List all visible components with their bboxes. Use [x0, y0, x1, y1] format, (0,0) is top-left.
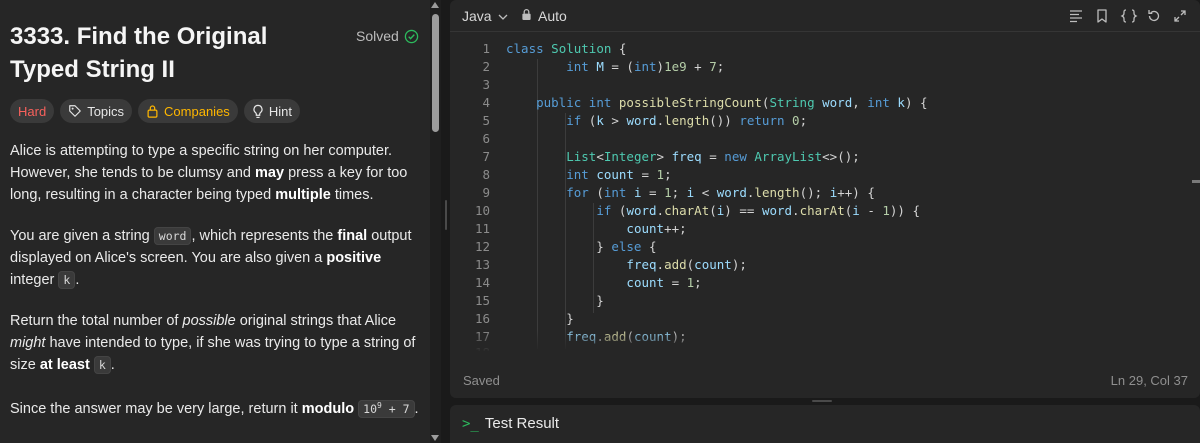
line-number: 7 [482, 149, 490, 164]
scroll-up-arrow-icon[interactable] [431, 2, 439, 8]
expand-icon[interactable] [1172, 8, 1188, 24]
code-line: } else { [506, 239, 657, 254]
test-result-tab[interactable]: >_ Test Result [462, 415, 559, 432]
test-result-panel[interactable]: >_ Test Result [450, 405, 1200, 443]
editor-tools [1068, 8, 1188, 24]
line-number: 9 [482, 185, 490, 200]
problem-title[interactable]: 3333. Find the Original Typed String II [10, 20, 340, 86]
description-paragraph-4: Since the answer may be very large, retu… [10, 399, 419, 418]
code-line: int M = (int)1e9 + 7; [566, 59, 725, 74]
inline-code-k: k [93, 356, 111, 374]
chevron-down-icon [498, 8, 508, 24]
code-line: if (word.charAt(i) == word.charAt(i - 1)… [596, 203, 921, 218]
line-number: 11 [474, 221, 490, 236]
editor-scrollbar[interactable] [1192, 34, 1200, 354]
reset-icon[interactable] [1146, 8, 1162, 24]
cursor-position: Ln 29, Col 37 [1110, 373, 1188, 388]
lock-icon [146, 104, 159, 118]
description-scrollbar[interactable] [430, 0, 441, 443]
line-number: 15 [474, 293, 490, 308]
inline-code-modulo: 109 + 7 [358, 399, 415, 418]
code-line: public int possibleStringCount(String wo… [536, 95, 928, 110]
problem-description: Alice is attempting to type a specific s… [10, 140, 420, 439]
code-editor-panel: Java Auto 1 2 3 4 5 6 7 8 9 10 11 12 13 … [450, 0, 1200, 398]
language-selector[interactable]: Java [462, 8, 508, 24]
difficulty-label: Hard [18, 103, 47, 119]
line-number: 2 [482, 59, 490, 74]
braces-icon[interactable] [1120, 8, 1138, 24]
code-line: count++; [626, 221, 687, 236]
difficulty-badge: Hard [10, 99, 55, 123]
code-line: for (int i = 1; i < word.length(); i++) … [566, 185, 875, 200]
companies-button[interactable]: Companies [138, 99, 238, 123]
code-area[interactable]: 1 2 3 4 5 6 7 8 9 10 11 12 13 14 15 16 1… [450, 39, 1190, 351]
test-result-label: Test Result [484, 415, 560, 432]
line-number: 5 [482, 113, 490, 128]
inline-code-word: word [153, 227, 192, 245]
format-icon[interactable] [1068, 8, 1084, 24]
code-line: } [506, 293, 604, 308]
line-number: 8 [482, 167, 490, 182]
code-line: if (k > word.length()) return 0; [566, 113, 808, 128]
bookmark-icon[interactable] [1094, 8, 1110, 24]
line-number: 16 [474, 311, 490, 326]
auto-mode-toggle[interactable]: Auto [521, 8, 567, 24]
code-line: } [506, 311, 574, 326]
save-status: Saved [463, 373, 500, 388]
description-paragraph-2: You are given a string word, which repre… [10, 227, 412, 289]
line-number: 14 [474, 275, 490, 290]
description-paragraph-1: Alice is attempting to type a specific s… [10, 143, 408, 203]
vertical-resize-handle[interactable] [445, 200, 447, 230]
scrollbar-thumb[interactable] [1192, 180, 1200, 183]
line-number: 12 [474, 239, 490, 254]
code-line: class Solution { [506, 41, 627, 56]
code-line: count = 1; [626, 275, 702, 290]
description-panel: 3333. Find the Original Typed String II … [0, 0, 430, 443]
topics-button[interactable]: Topics [60, 99, 133, 123]
solved-status: Solved [356, 28, 419, 44]
line-number: 10 [474, 203, 490, 218]
code-line: freq.add(count); [626, 257, 747, 272]
line-number: 3 [482, 77, 490, 92]
scroll-down-arrow-icon[interactable] [431, 435, 439, 441]
tag-row: Hard Topics Companies Hint [10, 99, 300, 123]
scrollbar-thumb[interactable] [432, 14, 439, 132]
terminal-icon: >_ [462, 415, 479, 432]
inline-code-k: k [58, 271, 76, 289]
hint-label: Hint [268, 103, 292, 119]
companies-label: Companies [164, 103, 230, 119]
code-fade-overlay [450, 330, 1190, 352]
line-number: 1 [482, 41, 490, 56]
line-number: 6 [482, 131, 490, 146]
check-circle-icon [404, 29, 419, 44]
hint-button[interactable]: Hint [243, 99, 300, 123]
topics-label: Topics [87, 103, 125, 119]
code-line: int count = 1; [566, 167, 672, 182]
tag-icon [68, 104, 82, 118]
horizontal-resize-handle[interactable] [812, 400, 832, 402]
line-number: 13 [474, 257, 490, 272]
lightbulb-icon [252, 104, 264, 119]
editor-toolbar: Java Auto [450, 0, 1200, 32]
description-paragraph-3: Return the total number of possible orig… [10, 313, 416, 374]
line-number: 4 [482, 95, 490, 110]
solved-label: Solved [356, 28, 399, 44]
language-label: Java [462, 8, 492, 24]
code-line: List<Integer> freq = new ArrayList<>(); [566, 149, 860, 164]
lock-icon [521, 8, 532, 24]
auto-label: Auto [538, 8, 567, 24]
